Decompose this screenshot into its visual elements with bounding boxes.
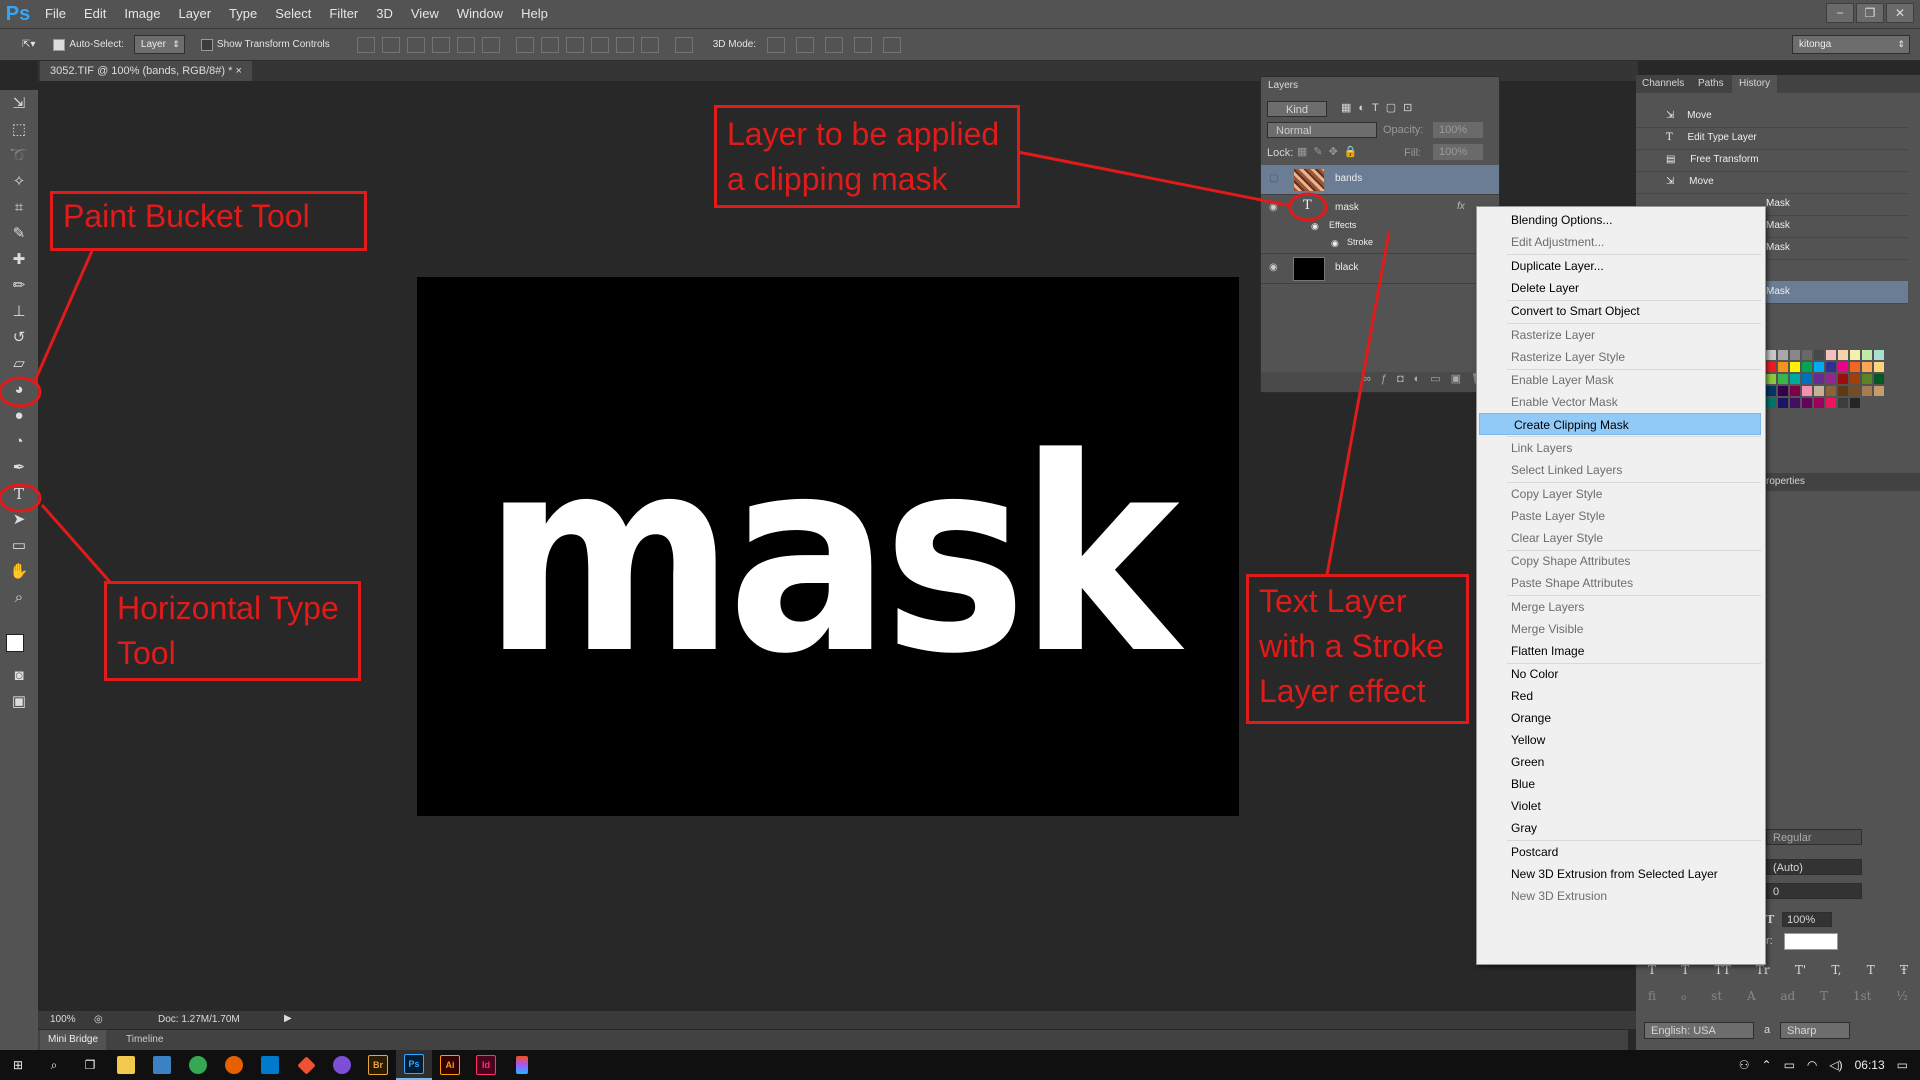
photoshop-taskbar-icon[interactable]: Ps xyxy=(396,1050,432,1080)
annotation-type-tool: Horizontal Type Tool xyxy=(104,581,361,681)
volume-icon[interactable]: ◁) xyxy=(1829,1058,1842,1072)
indesign-icon[interactable]: Id xyxy=(468,1050,504,1080)
paint-bucket-highlight-circle xyxy=(0,376,42,408)
annotation-line xyxy=(1017,150,1293,208)
annotation-text: Text Layer xyxy=(1259,583,1407,619)
annotation-line xyxy=(1325,231,1391,576)
bridge-icon[interactable]: Br xyxy=(360,1050,396,1080)
annotation-text: Paint Bucket Tool xyxy=(63,198,310,234)
windows-taskbar: ⊞ ⌕ ❐ Br Ps Ai Id ⚇ ⌃ ▭ ◠ ◁) 06:13 ▭ xyxy=(0,1050,1920,1080)
annotation-text: Layer to be applied xyxy=(727,116,1000,152)
firefox-icon[interactable] xyxy=(216,1050,252,1080)
figma-icon[interactable] xyxy=(504,1050,540,1080)
people-icon[interactable]: ⚇ xyxy=(1739,1058,1750,1072)
tray-chevron-icon[interactable]: ⌃ xyxy=(1762,1058,1772,1072)
file-explorer-icon[interactable] xyxy=(108,1050,144,1080)
wifi-icon[interactable]: ◠ xyxy=(1807,1058,1817,1072)
bands-thumb-highlight-circle xyxy=(1288,192,1328,222)
vscode-icon[interactable] xyxy=(252,1050,288,1080)
annotation-text: a clipping mask xyxy=(727,161,948,197)
illustrator-icon[interactable]: Ai xyxy=(432,1050,468,1080)
git-icon[interactable] xyxy=(288,1050,324,1080)
store-icon[interactable] xyxy=(144,1050,180,1080)
task-view-icon[interactable]: ❐ xyxy=(72,1050,108,1080)
annotation-text: Layer effect xyxy=(1259,673,1426,709)
annotation-text: with a Stroke xyxy=(1259,628,1444,664)
chrome-icon[interactable] xyxy=(180,1050,216,1080)
system-tray: ⚇ ⌃ ▭ ◠ ◁) 06:13 ▭ xyxy=(1739,1050,1920,1080)
search-icon[interactable]: ⌕ xyxy=(36,1050,72,1080)
annotation-text: Horizontal Type xyxy=(117,590,339,626)
annotation-line xyxy=(40,504,112,583)
battery-icon[interactable]: ▭ xyxy=(1784,1058,1795,1072)
annotation-clipping-layer: Layer to be applied a clipping mask xyxy=(714,105,1020,208)
notification-icon[interactable]: ▭ xyxy=(1897,1058,1908,1072)
annotation-text: Tool xyxy=(117,635,176,671)
annotation-paint-bucket: Paint Bucket Tool xyxy=(50,191,367,251)
clock[interactable]: 06:13 xyxy=(1855,1058,1885,1072)
annotation-text-layer: Text Layer with a Stroke Layer effect xyxy=(1246,574,1469,724)
type-tool-highlight-circle xyxy=(0,483,42,513)
annotation-line xyxy=(32,250,94,384)
windows-start-icon[interactable]: ⊞ xyxy=(0,1050,36,1080)
app-purple-icon[interactable] xyxy=(324,1050,360,1080)
